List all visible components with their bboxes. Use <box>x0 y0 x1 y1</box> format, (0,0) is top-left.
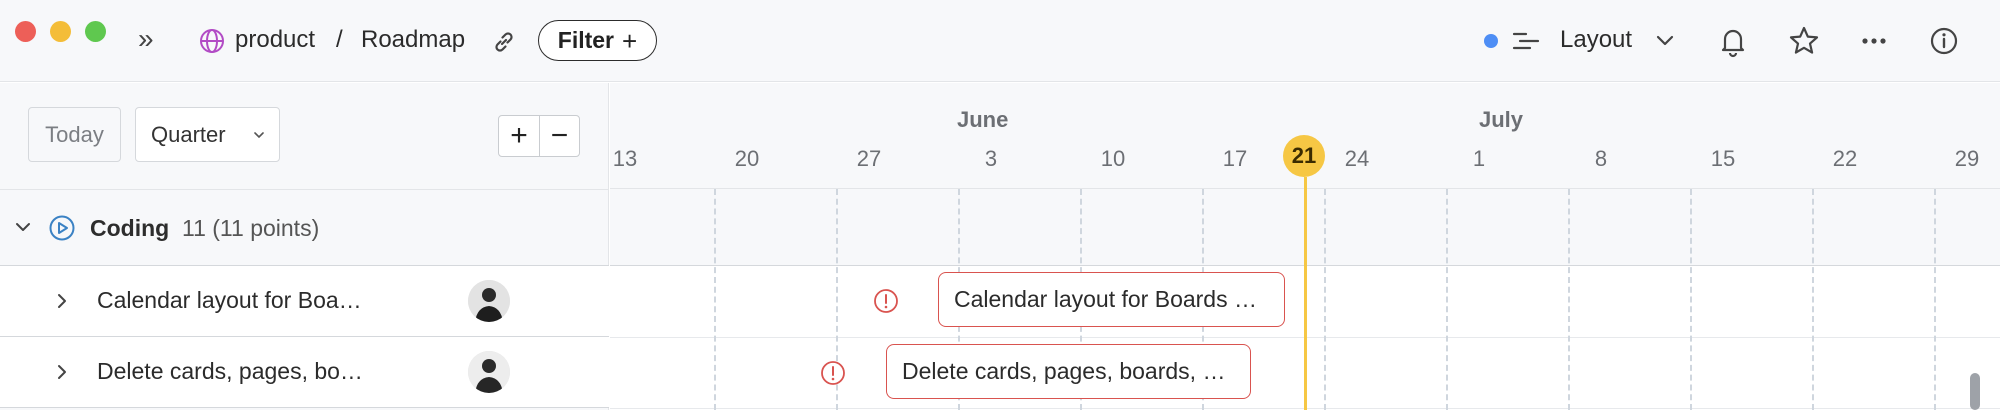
more-icon[interactable] <box>1857 24 1891 58</box>
week-gridline <box>1690 189 1692 410</box>
month-label: July <box>1479 107 1524 132</box>
breadcrumb-workspace[interactable]: product <box>235 24 315 56</box>
chevron-right-icon[interactable] <box>52 290 72 312</box>
day-label: 29 <box>1954 146 1980 171</box>
breadcrumb-separator: / <box>336 26 343 53</box>
range-select-value: Quarter <box>151 121 226 147</box>
link-icon[interactable] <box>490 28 518 56</box>
task-bar[interactable]: Calendar layout for Boards … <box>938 272 1285 327</box>
breadcrumb-page[interactable]: Roadmap <box>361 24 465 56</box>
zoom-controls: + − <box>498 115 580 157</box>
window-maximize-button[interactable] <box>85 21 106 42</box>
plus-icon: + <box>622 25 638 56</box>
task-row[interactable]: Calendar layout for Boa… <box>0 266 609 337</box>
chevron-down-icon[interactable] <box>1653 28 1677 52</box>
window-close-button[interactable] <box>15 21 36 42</box>
filter-label: Filter <box>557 27 615 53</box>
vertical-scrollbar[interactable] <box>1970 373 1980 410</box>
week-gridline <box>1812 189 1814 410</box>
task-title[interactable]: Delete cards, pages, bo… <box>97 355 363 387</box>
warning-icon[interactable] <box>873 288 899 314</box>
info-icon[interactable] <box>1927 24 1961 58</box>
day-label: 1 <box>1472 146 1486 171</box>
window-minimize-button[interactable] <box>50 21 71 42</box>
day-label: 17 <box>1222 146 1248 171</box>
group-header-row[interactable]: Coding 11 (11 points) <box>0 189 609 266</box>
chevron-down-icon[interactable] <box>13 217 33 237</box>
timeline: June July 13 20 27 3 10 17 21 24 1 8 15 … <box>610 83 2000 410</box>
layout-button[interactable]: Layout <box>1560 24 1632 56</box>
month-label: June <box>957 107 1009 132</box>
left-panel: Today Quarter + − Coding 11 (11 points) … <box>0 83 609 410</box>
week-gridline <box>1324 189 1326 410</box>
filter-button[interactable]: Filter + <box>538 20 657 61</box>
avatar[interactable] <box>468 351 510 393</box>
day-label: 8 <box>1594 146 1608 171</box>
day-label: 22 <box>1832 146 1858 171</box>
task-bar[interactable]: Delete cards, pages, boards, … <box>886 344 1251 399</box>
day-label: 13 <box>612 146 638 171</box>
day-label: 20 <box>734 146 760 171</box>
day-label: 10 <box>1100 146 1126 171</box>
zoom-in-button[interactable]: + <box>499 116 539 156</box>
day-label: 15 <box>1710 146 1736 171</box>
layout-icon[interactable] <box>1512 28 1540 54</box>
today-button[interactable]: Today <box>28 107 121 162</box>
warning-icon[interactable] <box>820 360 846 386</box>
status-dot <box>1484 34 1498 48</box>
globe-icon <box>200 29 224 53</box>
in-progress-icon <box>49 215 75 241</box>
day-label: 27 <box>856 146 882 171</box>
expand-sidebar-icon[interactable]: » <box>138 24 153 54</box>
week-gridline <box>1446 189 1448 410</box>
chevron-right-icon[interactable] <box>52 361 72 383</box>
title-bar: » product / Roadmap Filter + Layout <box>0 0 2000 82</box>
group-name: Coding <box>90 215 170 241</box>
group-count: 11 (11 points) <box>182 215 320 241</box>
task-title[interactable]: Calendar layout for Boa… <box>97 284 362 316</box>
week-gridline <box>714 189 716 410</box>
timeline-header: June July 13 20 27 3 10 17 21 24 1 8 15 … <box>610 83 2000 189</box>
task-row[interactable]: Delete cards, pages, bo… <box>0 337 609 408</box>
day-label: 3 <box>984 146 998 171</box>
day-label: 24 <box>1344 146 1370 171</box>
today-marker: 21 <box>1283 135 1325 177</box>
range-select[interactable]: Quarter <box>135 107 280 162</box>
star-icon[interactable] <box>1787 24 1821 58</box>
bell-icon[interactable] <box>1716 24 1750 58</box>
week-gridline <box>1568 189 1570 410</box>
week-gridline <box>1934 189 1936 410</box>
zoom-out-button[interactable]: − <box>538 116 579 156</box>
chevron-down-icon <box>253 131 264 138</box>
today-line <box>1304 177 1307 410</box>
avatar[interactable] <box>468 280 510 322</box>
